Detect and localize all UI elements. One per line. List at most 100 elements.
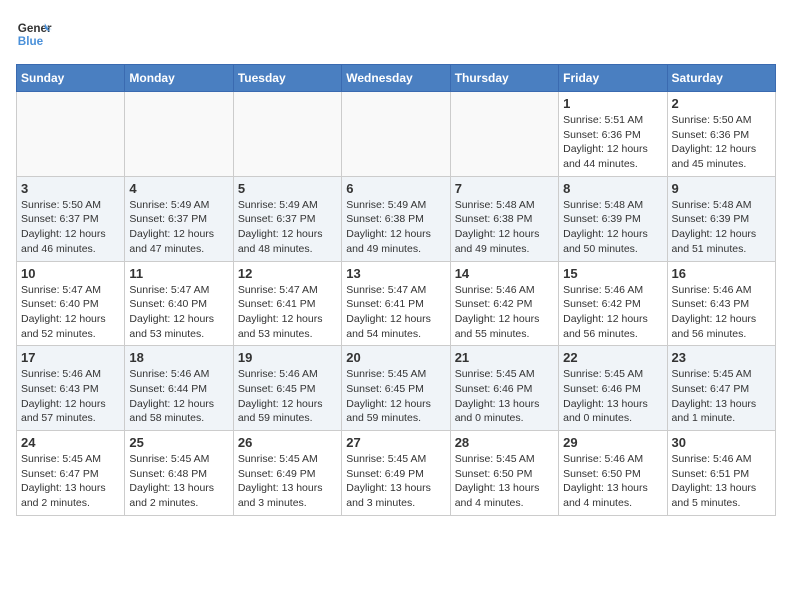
day-number: 25 <box>129 435 228 450</box>
day-info: Sunrise: 5:46 AM Sunset: 6:45 PM Dayligh… <box>238 367 337 426</box>
day-number: 30 <box>672 435 771 450</box>
calendar-cell: 25Sunrise: 5:45 AM Sunset: 6:48 PM Dayli… <box>125 431 233 516</box>
day-info: Sunrise: 5:47 AM Sunset: 6:40 PM Dayligh… <box>129 283 228 342</box>
day-info: Sunrise: 5:49 AM Sunset: 6:38 PM Dayligh… <box>346 198 445 257</box>
day-info: Sunrise: 5:46 AM Sunset: 6:43 PM Dayligh… <box>672 283 771 342</box>
calendar-cell: 8 Sunrise: 5:48 AM Sunset: 6:39 PM Daylig… <box>559 176 667 261</box>
day-number: 5 <box>238 181 337 196</box>
day-number: 12 <box>238 266 337 281</box>
day-number: 8 <box>563 181 662 196</box>
day-info: Sunrise: 5:45 AM Sunset: 6:45 PM Dayligh… <box>346 367 445 426</box>
week-row-3: 10 Sunrise: 5:47 AM Sunset: 6:40 PM Dayli… <box>17 261 776 346</box>
day-info: Sunrise: 5:46 AM Sunset: 6:42 PM Dayligh… <box>563 283 662 342</box>
day-info: Sunrise: 5:45 AM Sunset: 6:50 PM Dayligh… <box>455 452 554 511</box>
day-number: 24 <box>21 435 120 450</box>
day-info: Sunrise: 5:48 AM Sunset: 6:39 PM Dayligh… <box>672 198 771 257</box>
day-info: Sunrise: 5:47 AM Sunset: 6:41 PM Dayligh… <box>346 283 445 342</box>
day-info: Sunrise: 5:45 AM Sunset: 6:46 PM Dayligh… <box>563 367 662 426</box>
calendar-cell: 30 Sunrise: 5:46 AM Sunset: 6:51 PM Dayli… <box>667 431 775 516</box>
day-number: 22 <box>563 350 662 365</box>
day-number: 3 <box>21 181 120 196</box>
calendar-cell: 13 Sunrise: 5:47 AM Sunset: 6:41 PM Dayli… <box>342 261 450 346</box>
calendar-cell <box>125 92 233 177</box>
week-row-2: 3Sunrise: 5:50 AM Sunset: 6:37 PM Daylig… <box>17 176 776 261</box>
day-number: 27 <box>346 435 445 450</box>
day-number: 7 <box>455 181 554 196</box>
page-header: General Blue <box>16 16 776 52</box>
day-info: Sunrise: 5:49 AM Sunset: 6:37 PM Dayligh… <box>238 198 337 257</box>
day-info: Sunrise: 5:48 AM Sunset: 6:39 PM Dayligh… <box>563 198 662 257</box>
calendar-cell: 12 Sunrise: 5:47 AM Sunset: 6:41 PM Dayli… <box>233 261 341 346</box>
calendar-cell: 22 Sunrise: 5:45 AM Sunset: 6:46 PM Dayli… <box>559 346 667 431</box>
calendar-cell: 24 Sunrise: 5:45 AM Sunset: 6:47 PM Dayli… <box>17 431 125 516</box>
day-number: 13 <box>346 266 445 281</box>
calendar-cell: 14Sunrise: 5:46 AM Sunset: 6:42 PM Dayli… <box>450 261 558 346</box>
weekday-header-thursday: Thursday <box>450 65 558 92</box>
day-info: Sunrise: 5:46 AM Sunset: 6:50 PM Dayligh… <box>563 452 662 511</box>
day-info: Sunrise: 5:49 AM Sunset: 6:37 PM Dayligh… <box>129 198 228 257</box>
day-number: 6 <box>346 181 445 196</box>
day-info: Sunrise: 5:46 AM Sunset: 6:51 PM Dayligh… <box>672 452 771 511</box>
day-number: 17 <box>21 350 120 365</box>
weekday-header-monday: Monday <box>125 65 233 92</box>
calendar-cell: 15 Sunrise: 5:46 AM Sunset: 6:42 PM Dayli… <box>559 261 667 346</box>
calendar-cell: 27 Sunrise: 5:45 AM Sunset: 6:49 PM Dayli… <box>342 431 450 516</box>
calendar-cell: 4 Sunrise: 5:49 AM Sunset: 6:37 PM Daylig… <box>125 176 233 261</box>
day-number: 4 <box>129 181 228 196</box>
calendar-cell: 26 Sunrise: 5:45 AM Sunset: 6:49 PM Dayli… <box>233 431 341 516</box>
calendar-cell: 9 Sunrise: 5:48 AM Sunset: 6:39 PM Daylig… <box>667 176 775 261</box>
day-info: Sunrise: 5:46 AM Sunset: 6:42 PM Dayligh… <box>455 283 554 342</box>
calendar-cell: 28 Sunrise: 5:45 AM Sunset: 6:50 PM Dayli… <box>450 431 558 516</box>
day-number: 11 <box>129 266 228 281</box>
day-number: 16 <box>672 266 771 281</box>
calendar-cell: 3Sunrise: 5:50 AM Sunset: 6:37 PM Daylig… <box>17 176 125 261</box>
calendar-table: SundayMondayTuesdayWednesdayThursdayFrid… <box>16 64 776 516</box>
day-number: 28 <box>455 435 554 450</box>
day-number: 19 <box>238 350 337 365</box>
weekday-header-wednesday: Wednesday <box>342 65 450 92</box>
day-info: Sunrise: 5:50 AM Sunset: 6:36 PM Dayligh… <box>672 113 771 172</box>
weekday-header-sunday: Sunday <box>17 65 125 92</box>
calendar-cell: 5 Sunrise: 5:49 AM Sunset: 6:37 PM Daylig… <box>233 176 341 261</box>
calendar-cell: 7 Sunrise: 5:48 AM Sunset: 6:38 PM Daylig… <box>450 176 558 261</box>
calendar-cell: 11 Sunrise: 5:47 AM Sunset: 6:40 PM Dayli… <box>125 261 233 346</box>
week-row-4: 17 Sunrise: 5:46 AM Sunset: 6:43 PM Dayli… <box>17 346 776 431</box>
day-number: 1 <box>563 96 662 111</box>
calendar-cell: 10 Sunrise: 5:47 AM Sunset: 6:40 PM Dayli… <box>17 261 125 346</box>
day-number: 15 <box>563 266 662 281</box>
day-info: Sunrise: 5:45 AM Sunset: 6:47 PM Dayligh… <box>21 452 120 511</box>
day-info: Sunrise: 5:45 AM Sunset: 6:47 PM Dayligh… <box>672 367 771 426</box>
day-info: Sunrise: 5:46 AM Sunset: 6:44 PM Dayligh… <box>129 367 228 426</box>
calendar-cell <box>233 92 341 177</box>
calendar-cell: 23Sunrise: 5:45 AM Sunset: 6:47 PM Dayli… <box>667 346 775 431</box>
day-number: 9 <box>672 181 771 196</box>
calendar-body: 1Sunrise: 5:51 AM Sunset: 6:36 PM Daylig… <box>17 92 776 516</box>
day-info: Sunrise: 5:45 AM Sunset: 6:49 PM Dayligh… <box>346 452 445 511</box>
calendar-cell <box>450 92 558 177</box>
day-number: 20 <box>346 350 445 365</box>
day-info: Sunrise: 5:45 AM Sunset: 6:46 PM Dayligh… <box>455 367 554 426</box>
day-number: 10 <box>21 266 120 281</box>
day-info: Sunrise: 5:48 AM Sunset: 6:38 PM Dayligh… <box>455 198 554 257</box>
logo-icon: General Blue <box>16 16 52 52</box>
day-info: Sunrise: 5:47 AM Sunset: 6:40 PM Dayligh… <box>21 283 120 342</box>
day-number: 29 <box>563 435 662 450</box>
calendar-cell: 6 Sunrise: 5:49 AM Sunset: 6:38 PM Daylig… <box>342 176 450 261</box>
calendar-cell: 29 Sunrise: 5:46 AM Sunset: 6:50 PM Dayli… <box>559 431 667 516</box>
weekday-header-saturday: Saturday <box>667 65 775 92</box>
weekday-header-tuesday: Tuesday <box>233 65 341 92</box>
calendar-cell: 1Sunrise: 5:51 AM Sunset: 6:36 PM Daylig… <box>559 92 667 177</box>
header-row: SundayMondayTuesdayWednesdayThursdayFrid… <box>17 65 776 92</box>
day-number: 26 <box>238 435 337 450</box>
week-row-1: 1Sunrise: 5:51 AM Sunset: 6:36 PM Daylig… <box>17 92 776 177</box>
day-info: Sunrise: 5:46 AM Sunset: 6:43 PM Dayligh… <box>21 367 120 426</box>
calendar-cell: 20 Sunrise: 5:45 AM Sunset: 6:45 PM Dayli… <box>342 346 450 431</box>
day-number: 18 <box>129 350 228 365</box>
calendar-cell <box>342 92 450 177</box>
calendar-cell: 16 Sunrise: 5:46 AM Sunset: 6:43 PM Dayli… <box>667 261 775 346</box>
svg-text:Blue: Blue <box>18 35 44 48</box>
logo: General Blue <box>16 16 56 52</box>
calendar-cell <box>17 92 125 177</box>
day-info: Sunrise: 5:47 AM Sunset: 6:41 PM Dayligh… <box>238 283 337 342</box>
day-info: Sunrise: 5:45 AM Sunset: 6:49 PM Dayligh… <box>238 452 337 511</box>
